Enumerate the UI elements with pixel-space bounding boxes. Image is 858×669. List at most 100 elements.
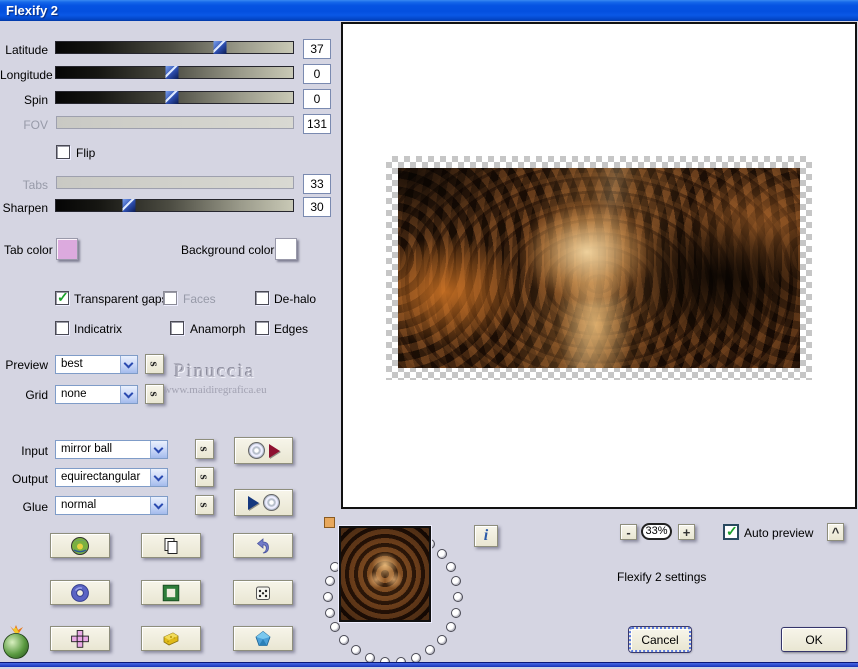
tab-color-swatch[interactable] [56,238,78,260]
s-glyph: s [197,474,213,479]
indicatrix-label: Indicatrix [74,322,122,336]
latitude-label: Latitude [0,43,48,57]
auto-preview-checkbox[interactable] [723,524,739,540]
latitude-slider-marker[interactable] [213,41,226,54]
square-frame-button[interactable] [141,580,201,605]
anamorph-label: Anamorph [190,322,245,336]
torus-button[interactable] [50,580,110,605]
caret-up-glyph: ^ [832,525,840,540]
ring-active-marker [324,517,335,528]
zoom-out-button[interactable]: - [620,524,637,540]
faces-label: Faces [183,292,216,306]
latitude-slider[interactable] [55,41,294,54]
flip-checkbox[interactable] [56,145,70,159]
planet-button[interactable] [50,533,110,558]
ok-button[interactable]: OK [781,627,847,652]
chevron-down-icon [154,500,164,510]
transparent-gaps-checkbox[interactable] [55,291,69,305]
ring-dot [453,592,463,602]
copy-button[interactable] [141,533,201,558]
s-glyph: s [147,361,163,366]
polyhedron-button[interactable] [233,626,293,651]
cheese-button[interactable] [141,626,201,651]
output-select-arrow[interactable] [150,469,167,486]
tabs-label: Tabs [0,178,48,192]
dice-icon [253,583,273,603]
dehalo-label: De-halo [274,292,316,306]
cheese-block-icon [161,629,181,649]
cube-net-button[interactable] [50,626,110,651]
glue-select[interactable]: normal [55,496,168,515]
ring-dot [446,562,456,572]
settings-status-text: Flexify 2 settings [617,570,706,584]
spin-slider-marker[interactable] [166,91,179,104]
grid-select[interactable]: none [55,385,138,404]
blue-play-triangle-icon [248,496,259,510]
window-title: Flexify 2 [6,3,58,18]
indicatrix-checkbox[interactable] [55,321,69,335]
glue-select-arrow[interactable] [150,497,167,514]
chevron-down-icon [124,359,134,369]
input-select-arrow[interactable] [150,441,167,458]
ring-dot [339,635,349,645]
cube-net-cross-icon [70,629,90,649]
sharpen-slider[interactable] [55,199,294,212]
longitude-value[interactable]: 0 [303,64,331,84]
cancel-button[interactable]: Cancel [629,627,691,652]
edges-checkbox[interactable] [255,321,269,335]
glue-surprise-button[interactable]: s [195,495,214,515]
collapse-button[interactable]: ^ [827,523,844,541]
grid-surprise-button[interactable]: s [145,384,164,404]
anamorph-checkbox[interactable] [170,321,184,335]
spin-slider[interactable] [55,91,294,104]
ring-dot [451,576,461,586]
input-select-value: mirror ball [61,443,112,455]
preview-select-value: best [61,358,83,370]
preview-image[interactable] [398,168,800,368]
fov-value[interactable]: 131 [303,114,331,134]
preview-surprise-button[interactable]: s [145,354,164,374]
dehalo-checkbox[interactable] [255,291,269,305]
longitude-slider-marker[interactable] [166,66,179,79]
sharpen-value[interactable]: 30 [303,197,331,217]
chevron-down-icon [154,444,164,454]
output-surprise-button[interactable]: s [195,467,214,487]
flexify-dialog: Flexify 2 Latitude 37 Longitude 0 Spin 0… [0,0,858,669]
square-frame-icon [161,583,181,603]
background-color-swatch[interactable] [275,238,297,260]
navigator-thumbnail[interactable] [339,526,431,622]
grid-select-arrow[interactable] [120,386,137,403]
save-to-disk-button[interactable] [234,489,293,516]
load-from-disk-button[interactable] [234,437,293,464]
tabs-value[interactable]: 33 [303,174,331,194]
titlebar[interactable]: Flexify 2 [0,0,858,21]
zoom-in-button[interactable]: + [678,524,695,540]
sharpen-slider-marker[interactable] [123,199,136,212]
transparent-gaps-label: Transparent gaps [74,292,168,306]
input-label: Input [0,444,48,458]
random-dice-button[interactable] [233,580,293,605]
latitude-value[interactable]: 37 [303,39,331,59]
output-select[interactable]: equirectangular [55,468,168,487]
edges-label: Edges [274,322,308,336]
ring-dot [446,622,456,632]
zoom-level[interactable]: 33% [641,523,672,540]
fov-slider [56,116,294,129]
chevron-down-icon [124,389,134,399]
longitude-slider[interactable] [55,66,294,79]
grid-select-value: none [61,388,87,400]
torus-icon [70,583,90,603]
crystal-polyhedron-icon [253,629,273,649]
glue-label: Glue [0,500,48,514]
preview-label: Preview [0,358,48,372]
input-select[interactable]: mirror ball [55,440,168,459]
undo-arrow-icon [253,536,273,556]
spin-value[interactable]: 0 [303,89,331,109]
info-button[interactable]: i [474,525,498,547]
input-surprise-button[interactable]: s [195,439,214,459]
ring-dot [451,608,461,618]
preview-select[interactable]: best [55,355,138,374]
preview-select-arrow[interactable] [120,356,137,373]
undo-button[interactable] [233,533,293,558]
s-glyph: s [147,391,163,396]
